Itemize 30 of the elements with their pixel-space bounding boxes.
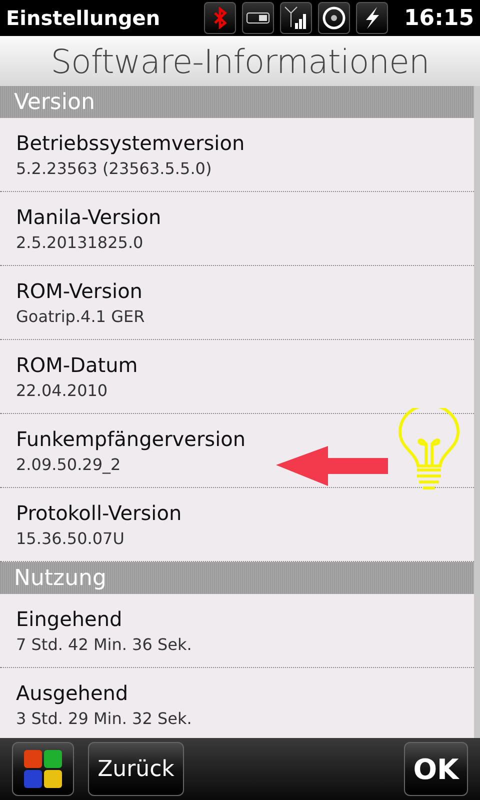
info-value: 5.2.23563 (23563.5.5.0) bbox=[16, 159, 213, 178]
ok-button[interactable]: OK bbox=[404, 742, 468, 796]
start-button[interactable] bbox=[12, 742, 74, 796]
info-value: Goatrip.4.1 GER bbox=[16, 307, 146, 326]
info-value: 2.5.20131825.0 bbox=[16, 233, 144, 252]
page-title: Software-Informationen bbox=[50, 42, 430, 80]
lightbulb-icon bbox=[396, 408, 462, 492]
info-label: Funkempfängerversion bbox=[16, 427, 247, 451]
info-label: Manila-Version bbox=[16, 205, 162, 229]
info-label: Ausgehend bbox=[16, 681, 130, 705]
info-value: 15.36.50.07U bbox=[16, 529, 126, 548]
info-value: 3 Std. 29 Min. 32 Sek. bbox=[16, 709, 193, 728]
info-value: 2.09.50.29_2 bbox=[16, 455, 122, 474]
app-title: Einstellungen bbox=[6, 6, 162, 30]
back-button[interactable]: Zurück bbox=[88, 742, 184, 796]
signal-icon[interactable] bbox=[280, 2, 312, 34]
info-value: 22.04.2010 bbox=[16, 381, 109, 400]
bluetooth-icon[interactable] bbox=[204, 2, 236, 34]
lightning-icon[interactable] bbox=[356, 2, 388, 34]
info-label: Eingehend bbox=[16, 607, 124, 631]
windows-flag-icon bbox=[22, 748, 64, 790]
section-title: Version bbox=[14, 90, 95, 114]
info-label: ROM-Version bbox=[16, 279, 144, 303]
info-label: Betriebssystemversion bbox=[16, 131, 246, 155]
info-label: ROM-Datum bbox=[16, 353, 139, 377]
speaker-icon[interactable] bbox=[318, 2, 350, 34]
info-value: 7 Std. 42 Min. 36 Sek. bbox=[16, 635, 193, 654]
info-label: Protokoll-Version bbox=[16, 501, 183, 525]
clock-time: 16:15 bbox=[404, 6, 474, 30]
section-title: Nutzung bbox=[14, 566, 106, 590]
